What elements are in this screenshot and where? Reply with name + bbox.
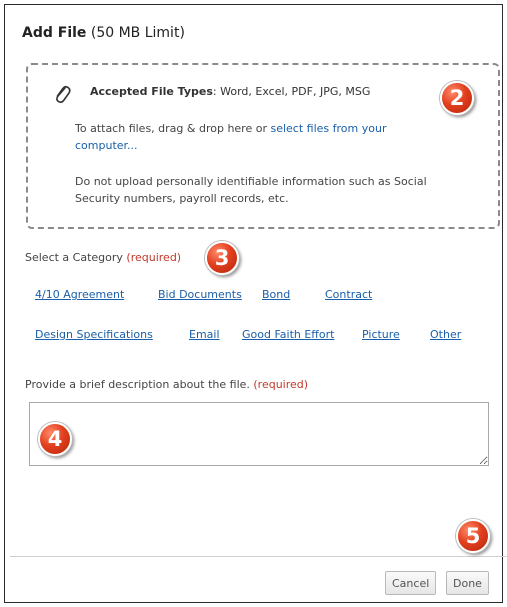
drop-instruction-text: To attach files, drag & drop here or bbox=[75, 122, 271, 135]
category-option-other[interactable]: Other bbox=[430, 328, 461, 341]
paperclip-icon bbox=[56, 85, 71, 104]
category-option-email[interactable]: Email bbox=[189, 328, 220, 341]
category-option-contract[interactable]: Contract bbox=[325, 288, 372, 301]
category-label: Select a Category (required) bbox=[25, 251, 181, 264]
callout-badge-3: 3 bbox=[205, 241, 239, 275]
category-option-good-faith-effort[interactable]: Good Faith Effort bbox=[242, 328, 334, 341]
category-option-4-10-agreement[interactable]: 4/10 Agreement bbox=[35, 288, 124, 301]
file-drop-zone[interactable]: Accepted File Types: Word, Excel, PDF, J… bbox=[26, 63, 500, 229]
category-option-bond[interactable]: Bond bbox=[262, 288, 290, 301]
dialog-title: Add File (50 MB Limit) bbox=[22, 25, 185, 41]
category-option-design-specifications[interactable]: Design Specifications bbox=[35, 328, 153, 341]
pii-warning: Do not upload personally identifiable in… bbox=[75, 175, 427, 205]
accepted-file-types-list: : Word, Excel, PDF, JPG, MSG bbox=[212, 85, 371, 98]
category-option-picture[interactable]: Picture bbox=[362, 328, 400, 341]
description-textarea[interactable] bbox=[29, 402, 489, 466]
footer-divider bbox=[10, 556, 507, 557]
accepted-file-types: Accepted File Types: Word, Excel, PDF, J… bbox=[90, 85, 370, 98]
callout-badge-2: 2 bbox=[440, 81, 474, 115]
description-label-text: Provide a brief description about the fi… bbox=[25, 378, 250, 391]
done-button[interactable]: Done bbox=[446, 571, 489, 595]
dialog-title-limit: (50 MB Limit) bbox=[86, 25, 185, 41]
callout-badge-5: 5 bbox=[456, 519, 490, 553]
category-required: (required) bbox=[126, 251, 182, 264]
add-file-dialog: Add File (50 MB Limit) Accepted File Typ… bbox=[4, 4, 507, 603]
cancel-button[interactable]: Cancel bbox=[385, 571, 437, 595]
description-required: (required) bbox=[253, 378, 309, 391]
drop-instruction: To attach files, drag & drop here or sel… bbox=[75, 120, 435, 154]
callout-badge-4: 4 bbox=[38, 422, 72, 456]
accepted-file-types-label: Accepted File Types bbox=[90, 85, 213, 98]
description-label: Provide a brief description about the fi… bbox=[25, 378, 308, 391]
category-option-bid-documents[interactable]: Bid Documents bbox=[158, 288, 242, 301]
dialog-title-bold: Add File bbox=[22, 25, 87, 41]
category-label-text: Select a Category bbox=[25, 251, 123, 264]
